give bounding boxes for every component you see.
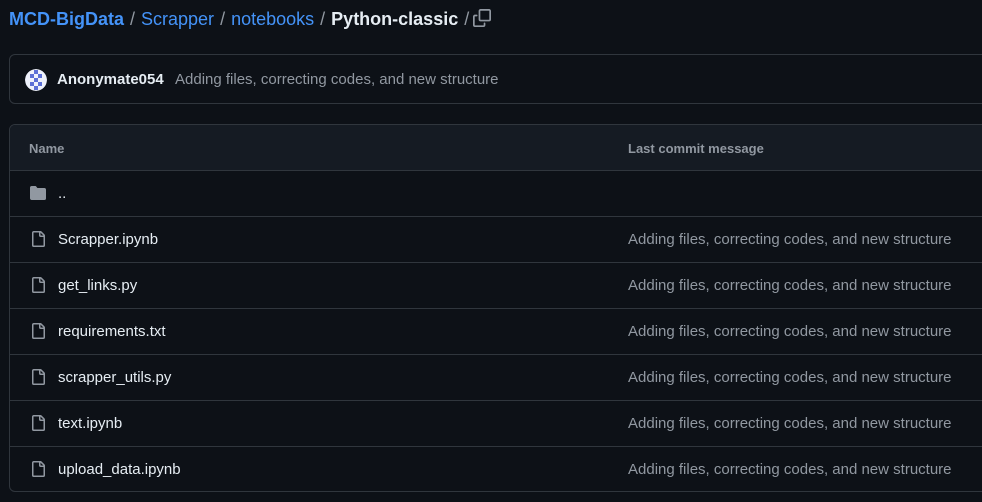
breadcrumb-current-folder: Python-classic [331, 8, 459, 29]
file-icon [29, 230, 47, 248]
breadcrumb: MCD-BigData / Scrapper / notebooks / Pyt… [9, 8, 475, 30]
file-icon [29, 322, 47, 340]
file-icon [29, 276, 47, 294]
file-name-link[interactable]: requirements.txt [58, 323, 166, 340]
copy-icon [473, 9, 491, 27]
table-row[interactable]: Scrapper.ipynb Adding files, correcting … [10, 217, 982, 263]
breadcrumb-repo-link[interactable]: MCD-BigData [9, 9, 124, 30]
table-row[interactable]: requirements.txt Adding files, correctin… [10, 309, 982, 355]
column-header-name: Name [29, 141, 65, 156]
folder-icon [29, 184, 47, 202]
file-icon [29, 414, 47, 432]
commit-author-link[interactable]: Anonymate054 [57, 71, 164, 88]
file-name-link[interactable]: upload_data.ipynb [58, 461, 181, 478]
file-name-link[interactable]: text.ipynb [58, 415, 122, 432]
table-header: Name Last commit message [10, 125, 982, 171]
identicon-icon [25, 69, 47, 91]
file-name-link[interactable]: scrapper_utils.py [58, 369, 171, 386]
breadcrumb-separator: / [320, 8, 326, 29]
file-table: Name Last commit message .. Scrapper.ipy… [9, 124, 982, 492]
commit-message-link[interactable]: Adding files, correcting codes, and new … [175, 71, 499, 88]
column-header-commit-message: Last commit message [628, 141, 764, 156]
table-row[interactable]: upload_data.ipynb Adding files, correcti… [10, 447, 982, 491]
parent-directory-link[interactable]: .. [58, 185, 66, 202]
breadcrumb-scrapper-link[interactable]: Scrapper [141, 9, 214, 30]
breadcrumb-notebooks-link[interactable]: notebooks [231, 9, 314, 30]
table-row[interactable]: text.ipynb Adding files, correcting code… [10, 401, 982, 447]
copy-path-button[interactable] [470, 6, 494, 30]
breadcrumb-separator: / [220, 8, 226, 29]
file-name-link[interactable]: get_links.py [58, 277, 137, 294]
file-name-link[interactable]: Scrapper.ipynb [58, 231, 158, 248]
latest-commit-box: Anonymate054 Adding files, correcting co… [9, 54, 982, 104]
breadcrumb-separator: / [464, 8, 470, 29]
file-commit-message-link[interactable]: Adding files, correcting codes, and new … [628, 461, 952, 478]
breadcrumb-separator: / [130, 8, 136, 29]
file-commit-message-link[interactable]: Adding files, correcting codes, and new … [628, 277, 952, 294]
file-icon [29, 460, 47, 478]
file-commit-message-link[interactable]: Adding files, correcting codes, and new … [628, 231, 952, 248]
avatar[interactable] [25, 69, 47, 91]
file-icon [29, 368, 47, 386]
table-row[interactable]: scrapper_utils.py Adding files, correcti… [10, 355, 982, 401]
file-commit-message-link[interactable]: Adding files, correcting codes, and new … [628, 323, 952, 340]
table-row[interactable]: get_links.py Adding files, correcting co… [10, 263, 982, 309]
file-commit-message-link[interactable]: Adding files, correcting codes, and new … [628, 369, 952, 386]
parent-directory-row[interactable]: .. [10, 171, 982, 217]
file-commit-message-link[interactable]: Adding files, correcting codes, and new … [628, 415, 952, 432]
